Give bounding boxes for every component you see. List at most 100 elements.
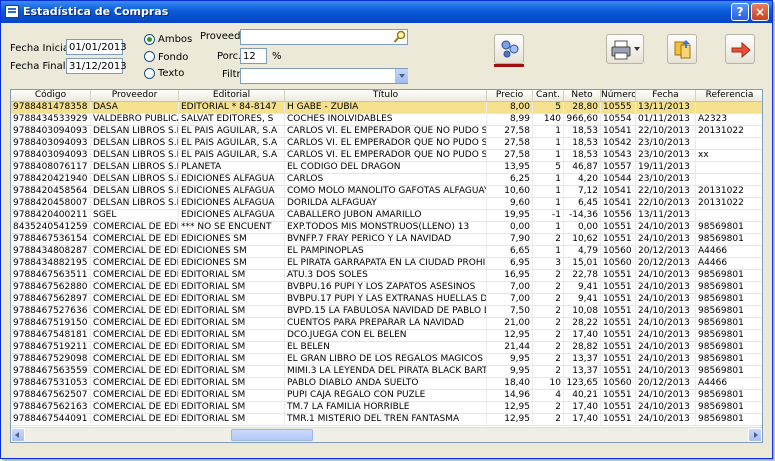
title-bar[interactable]: Estadística de Compras ? × xyxy=(1,1,772,23)
column-header[interactable]: Fecha xyxy=(636,90,696,101)
table-row[interactable]: 9788420458564 DELSAN LIBROS S.L. EDICIONES… xyxy=(11,186,762,198)
table-cell: 7,50 xyxy=(487,306,533,317)
table-cell: 9788467548181 xyxy=(11,330,91,341)
table-cell: 13,95 xyxy=(487,162,533,173)
scroll-right-button[interactable] xyxy=(748,428,762,442)
table-cell: EL PAMPINOPLAS xyxy=(285,246,487,257)
table-cell: EDITORIAL * 84-8147 xyxy=(179,102,285,113)
table-row[interactable]: 9788467562163 COMERCIAL DE EDIC EDITORIAL … xyxy=(11,402,762,414)
table-row[interactable]: 9788467519150 COMERCIAL DE EDIC EDITORIAL … xyxy=(11,318,762,330)
column-header[interactable]: Referencia xyxy=(696,90,762,101)
table-row[interactable]: 9788420458007 DELSAN LIBROS S.L. EDICIONES… xyxy=(11,198,762,210)
table-cell: COMERCIAL DE EDIC xyxy=(93,306,179,317)
table-cell: 18,53 xyxy=(564,138,601,149)
table-row[interactable]: 9788467562880 COMERCIAL DE EDIC EDITORIAL … xyxy=(11,282,762,294)
purchases-grid[interactable]: Código Proveedor Editorial Título Precio Cant… xyxy=(10,89,763,443)
table-row[interactable]: 9788434882195 COMERCIAL DE EDIC EDICIONES … xyxy=(11,258,762,270)
table-row[interactable]: 9788403094093 DELSAN LIBROS S.L. EL PAIS A… xyxy=(11,150,762,162)
column-header[interactable]: Neto xyxy=(564,90,601,101)
table-cell: EDITORIAL SM xyxy=(179,342,285,353)
table-row[interactable]: 9788403094093 DELSAN LIBROS S.L. EL PAIS A… xyxy=(11,126,762,138)
table-cell: 9788467562507 xyxy=(11,390,91,401)
table-cell: 10544 xyxy=(601,174,636,185)
table-cell: 24/10/2013 xyxy=(636,294,696,305)
table-row[interactable]: 9788467519211 COMERCIAL DE EDIC EDITORIAL … xyxy=(11,342,762,354)
table-row[interactable]: 9788467563559 COMERCIAL DE EDIC EDITORIAL … xyxy=(11,366,762,378)
table-row[interactable]: 9788434808287 COMERCIAL DE EDIC EDICIONES … xyxy=(11,246,762,258)
table-cell: 23/10/2013 xyxy=(636,138,696,149)
column-header[interactable]: Editorial xyxy=(179,90,285,101)
table-row[interactable]: 9788467563511 COMERCIAL DE EDIC EDITORIAL … xyxy=(11,270,762,282)
table-cell: EL CODIGO DEL DRAGON xyxy=(285,162,487,173)
radio-fondo[interactable] xyxy=(144,51,155,62)
table-row[interactable]: 9788467529098 COMERCIAL DE EDIC EDITORIAL … xyxy=(11,354,762,366)
table-cell: 98569801 xyxy=(696,234,762,245)
filtro-select[interactable] xyxy=(240,68,408,84)
chevron-down-icon[interactable] xyxy=(395,69,408,83)
table-cell: A4466 xyxy=(696,258,762,269)
table-cell: CABALLERO JUBON AMARILLO xyxy=(285,210,487,221)
table-row[interactable]: 9788481478358 DASA EDITORIAL * 84-8147 H GA… xyxy=(11,102,762,114)
table-cell: 7,00 xyxy=(487,294,533,305)
table-row[interactable]: 9788467548181 COMERCIAL DE EDIC EDITORIAL … xyxy=(11,330,762,342)
column-header[interactable]: Título xyxy=(285,90,487,101)
exit-button[interactable] xyxy=(725,34,755,64)
fecha-final-field[interactable]: 31/12/2013 xyxy=(66,58,127,74)
table-cell: 10551 xyxy=(601,234,636,245)
scroll-left-button[interactable] xyxy=(11,428,25,442)
column-header[interactable]: Precio xyxy=(487,90,533,101)
column-header[interactable]: Número xyxy=(601,90,636,101)
table-cell: 23/10/2013 xyxy=(636,174,696,185)
table-row[interactable]: 9788467536154 COMERCIAL DE EDIC EDICIONES … xyxy=(11,234,762,246)
column-header[interactable]: Cant. xyxy=(533,90,564,101)
export-button[interactable] xyxy=(667,34,697,64)
radio-ambos[interactable] xyxy=(144,34,155,45)
proveedor-field[interactable] xyxy=(240,29,408,45)
scroll-thumb[interactable] xyxy=(231,429,313,441)
table-row[interactable]: 9788420400211 SGEL EDICIONES ALFAGUA CABALL… xyxy=(11,210,762,222)
fecha-inicial-field[interactable]: 01/01/2013 xyxy=(66,39,127,55)
table-cell: DELSAN LIBROS S.L. xyxy=(93,186,179,197)
table-cell: EDITORIAL SM xyxy=(179,414,285,425)
table-row[interactable]: 8435240541259 COMERCIAL DE EDIC *** NO SE … xyxy=(11,222,762,234)
table-cell: 1 xyxy=(533,198,564,209)
table-cell: 13,37 xyxy=(564,366,601,377)
table-cell: 10557 xyxy=(601,162,636,173)
table-cell: 7,90 xyxy=(487,234,533,245)
table-cell: 17,40 xyxy=(564,414,601,425)
table-row[interactable]: 9788467527636 COMERCIAL DE EDIC EDITORIAL … xyxy=(11,306,762,318)
chevron-down-icon[interactable] xyxy=(634,47,640,51)
search-icon[interactable] xyxy=(393,30,407,44)
table-cell: SGEL xyxy=(91,210,179,221)
horizontal-scrollbar[interactable] xyxy=(11,427,762,442)
table-cell: 9788467563559 xyxy=(11,366,91,377)
table-cell: 9788467562880 xyxy=(11,282,91,293)
table-cell: 10541 xyxy=(601,198,636,209)
column-header[interactable]: Proveedor xyxy=(91,90,179,101)
table-row[interactable]: 9788403094093 DELSAN LIBROS S.L. EL PAIS A… xyxy=(11,138,762,150)
print-button[interactable] xyxy=(606,34,644,64)
table-cell: 1 xyxy=(533,186,564,197)
table-row[interactable]: 9788408076117 DELSAN LIBROS S.L. PLANETA EL… xyxy=(11,162,762,174)
table-cell: 20131022 xyxy=(696,126,762,137)
table-cell: 1 xyxy=(533,222,564,233)
table-cell: 10551 xyxy=(601,270,636,281)
table-row[interactable]: 9788467531053 COMERCIAL DE EDIC EDITORIAL … xyxy=(11,378,762,390)
column-header[interactable]: Código xyxy=(11,90,91,101)
table-row[interactable]: 9788467544091 COMERCIAL DE EDIC EDITORIAL … xyxy=(11,414,762,426)
table-row[interactable]: 9788467562507 COMERCIAL DE EDIC EDITORIAL … xyxy=(11,390,762,402)
porc-field[interactable]: 12 xyxy=(240,48,267,64)
close-button[interactable]: × xyxy=(751,3,769,21)
table-cell: 10551 xyxy=(601,282,636,293)
table-row[interactable]: 9788467562897 COMERCIAL DE EDIC EDITORIAL … xyxy=(11,294,762,306)
table-cell: 98569801 xyxy=(696,306,762,317)
table-cell: 6,25 xyxy=(487,174,533,185)
table-cell: EDITORIAL SM xyxy=(179,390,285,401)
table-row[interactable]: 9788420421940 DELSAN LIBROS S.L. EDICIONES… xyxy=(11,174,762,186)
table-row[interactable]: 9788434533929 VALDEBRO PUBLICA SALVAT EDIT… xyxy=(11,114,762,126)
help-button[interactable]: ? xyxy=(731,3,749,21)
table-cell: 13/11/2013 xyxy=(636,102,696,113)
chart-button[interactable] xyxy=(494,34,524,64)
radio-texto[interactable] xyxy=(144,68,155,79)
radio-fondo-label: Fondo xyxy=(158,52,189,63)
